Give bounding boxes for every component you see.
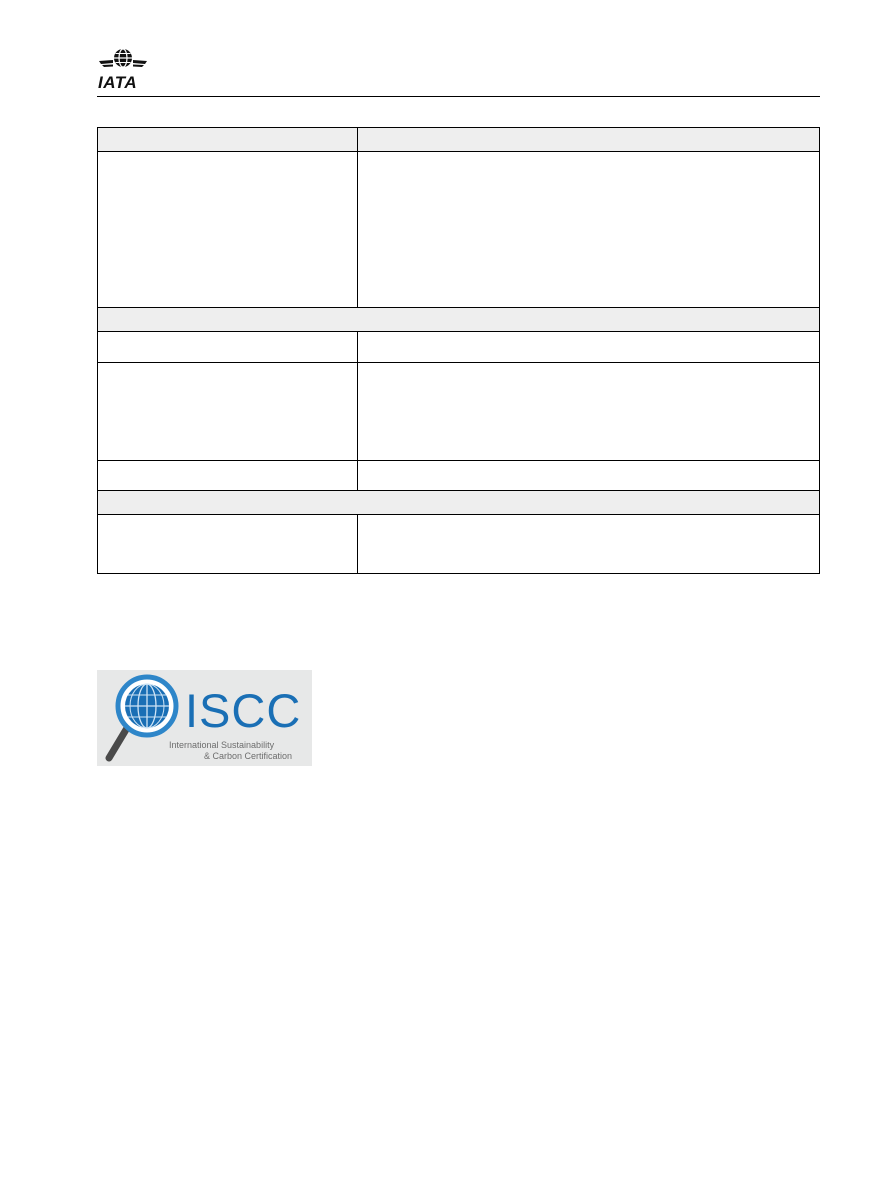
iscc-logo: ISCC International Sustainability & Carb… [97,670,312,766]
table-row [97,151,820,308]
iscc-subtitle-line1: International Sustainability [169,740,275,750]
table-section-row [97,307,820,332]
table-header-row [97,127,820,152]
table-cell [97,514,358,574]
page-header: IATA [97,44,820,97]
table-cell [97,151,358,308]
iscc-wordmark: ISCC [185,684,302,737]
table-cell [357,460,820,491]
table-header-cell-left [97,127,358,152]
table-cell [357,514,820,574]
table-cell [357,151,820,308]
table-cell [357,362,820,461]
table-cell [97,331,358,363]
table-section-cell [97,307,820,332]
table-section-row [97,490,820,515]
table-cell [357,331,820,363]
magnifier-globe-icon [105,674,179,762]
iscc-subtitle-line2: & Carbon Certification [204,751,293,761]
table-cell [97,460,358,491]
table-cell [97,362,358,461]
table-row [97,331,820,363]
table-row [97,514,820,574]
table-row [97,460,820,491]
requirements-table [97,127,820,574]
logo-wordmark: IATA [98,73,138,92]
globe-wings-icon [99,48,147,68]
iata-logo: IATA [97,48,149,92]
table-row [97,362,820,461]
table-section-cell [97,490,820,515]
table-header-cell-right [357,127,820,152]
header-divider [97,96,820,97]
